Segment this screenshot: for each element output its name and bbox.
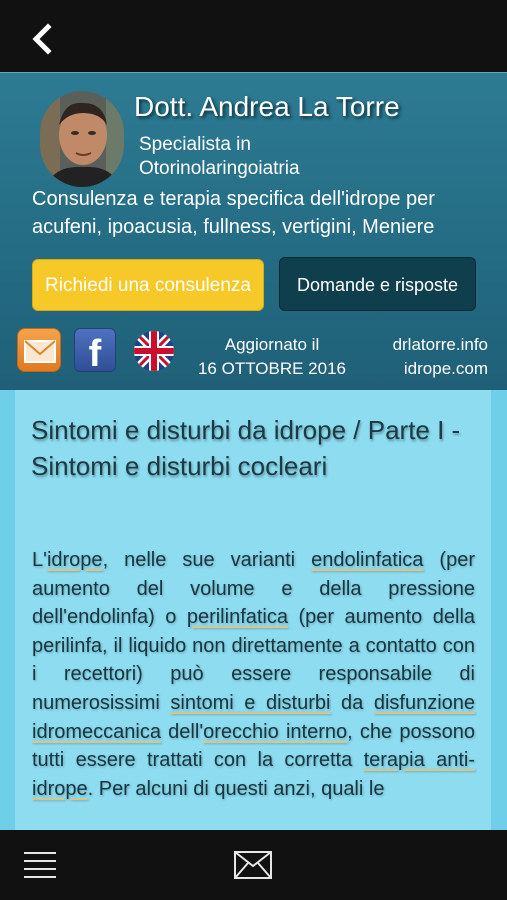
facebook-icon: f — [88, 333, 102, 375]
contact-button[interactable] — [234, 851, 272, 879]
content-area[interactable]: Sintomi e disturbi da idrope / Parte I -… — [0, 390, 507, 830]
site-link-idrope[interactable]: idrope.com — [360, 357, 488, 381]
profile-header: Dott. Andrea La Torre Specialista in Oto… — [0, 72, 507, 390]
chevron-left-icon — [32, 23, 52, 55]
back-button[interactable] — [26, 22, 60, 56]
article-link[interactable]: perilinfatica — [187, 606, 288, 628]
article-link[interactable]: sintomi e disturbi — [170, 692, 330, 714]
email-button[interactable] — [17, 328, 61, 372]
envelope-icon — [24, 340, 56, 363]
article-text: , nelle sue varianti — [102, 549, 312, 571]
article-text: dell' — [160, 720, 204, 743]
top-bar — [0, 0, 507, 72]
article-link[interactable]: idrope — [47, 549, 103, 571]
article-link[interactable]: endolinfatica — [311, 549, 423, 571]
menu-button[interactable] — [24, 850, 56, 880]
description: Consulenza e terapia specifica dell'idro… — [32, 188, 435, 238]
bottom-bar — [0, 830, 507, 900]
article-text: L' — [32, 549, 47, 571]
request-consultation-button[interactable]: Richiedi una consulenza — [32, 259, 264, 311]
specialty-line1: Specialista in — [139, 134, 251, 155]
uk-flag-icon — [134, 331, 174, 371]
avatar — [40, 91, 124, 187]
article-title: Sintomi e disturbi da idrope / Parte I -… — [31, 415, 461, 481]
website-links: drlatorre.info idrope.com — [360, 333, 488, 381]
doctor-name: Dott. Andrea La Torre — [134, 91, 400, 122]
specialty-line2: Otorinolaringoiatria — [139, 158, 300, 179]
hamburger-menu-icon — [24, 852, 56, 878]
updated-date: 16 OTTOBRE 2016 — [197, 359, 347, 378]
english-language-button[interactable] — [134, 331, 174, 371]
article-text: . Per alcuni di questi anzi, quali le — [87, 777, 385, 800]
facebook-button[interactable]: f — [74, 328, 116, 375]
article-text: da — [330, 691, 374, 714]
article: Sintomi e disturbi da idrope / Parte I -… — [15, 390, 491, 830]
envelope-icon — [234, 851, 272, 879]
specialty: Specialista in Otorinolaringoiatria — [139, 133, 439, 181]
article-body: L'idrope, nelle sue varianti endolinfati… — [32, 546, 475, 803]
faq-button[interactable]: Domande e risposte — [279, 257, 476, 311]
last-updated: Aggiornato il 16 OTTOBRE 2016 — [192, 333, 352, 381]
updated-label: Aggiornato il — [224, 335, 320, 354]
site-link-drlatorre[interactable]: drlatorre.info — [360, 333, 488, 357]
article-link[interactable]: orecchio interno — [203, 721, 347, 743]
